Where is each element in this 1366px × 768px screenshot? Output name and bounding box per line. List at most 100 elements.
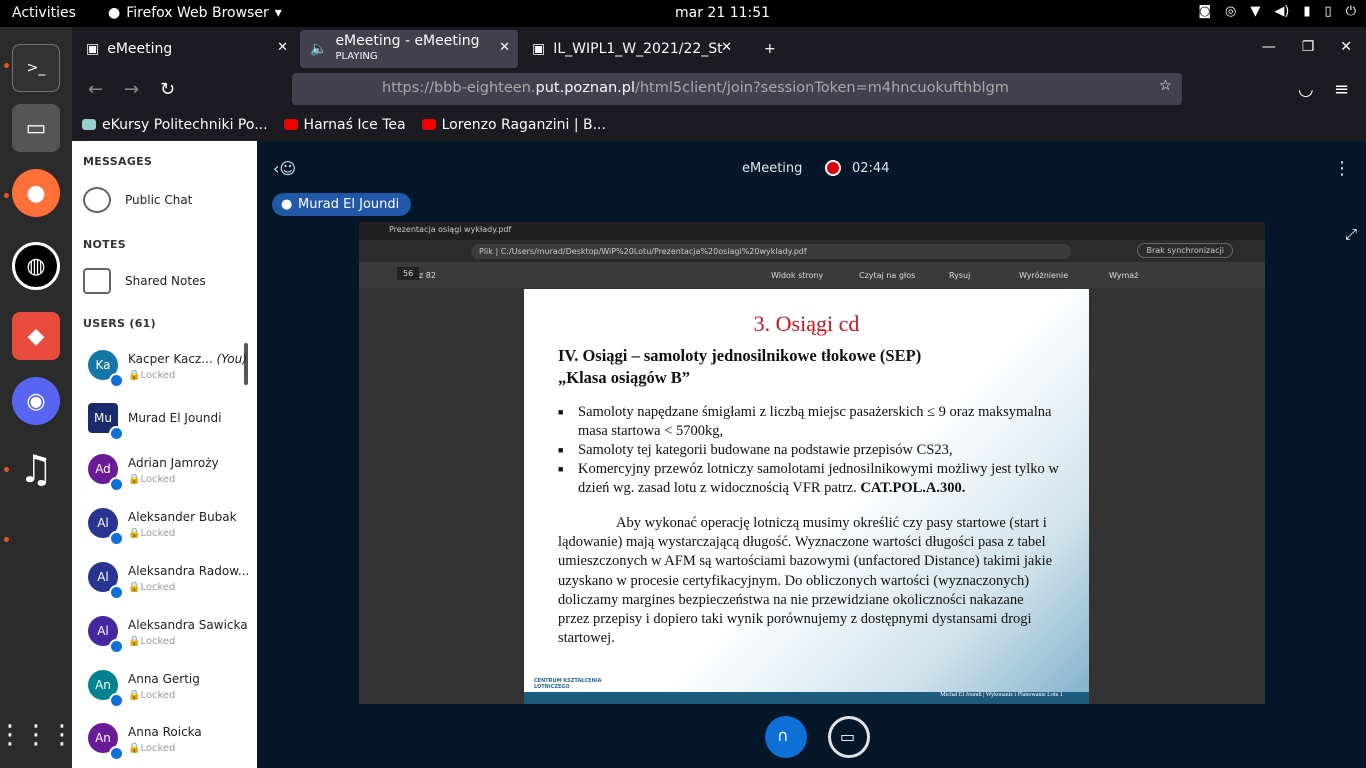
files-icon[interactable]: ▭ (12, 104, 60, 152)
chevron-down-icon: ▾ (274, 5, 282, 21)
options-menu-icon[interactable]: ⋮ (1333, 158, 1351, 179)
mic-icon (109, 585, 124, 600)
maximize-icon[interactable]: ❐ (1302, 39, 1315, 55)
anydesk-icon[interactable]: ◆ (12, 312, 60, 360)
notes-icon (83, 268, 111, 294)
slide-heading: IV. Osiągi – samoloty jednosilnikowe tło… (558, 346, 922, 387)
notes-heading: NOTES (83, 238, 126, 251)
avatar: Al (88, 508, 124, 546)
slide-footer: Michał El Joundi | Wykonanie i Planowani… (524, 692, 1089, 704)
tab-ekursy[interactable]: ▣ IL_WIPL1_W_2021/22_St ✕ (522, 30, 740, 68)
music-icon[interactable]: ♫ (12, 445, 60, 493)
firefox-icon: ● (108, 5, 121, 21)
tab-strip: ▣ eMeeting ✕ 🔈 eMeeting - eMeeting PLAYING ✕ … (72, 27, 1366, 71)
camera-off-icon: ▭ (840, 727, 856, 746)
discord-icon[interactable]: ◉ (12, 377, 60, 425)
close-tab-icon[interactable]: ✕ (721, 40, 732, 55)
avatar: Al (88, 616, 124, 654)
system-top-bar: Activities ● Firefox Web Browser ▾ mar 21 … (0, 0, 1366, 27)
reload-icon[interactable]: ↻ (160, 79, 175, 100)
menu-icon[interactable]: ≡ (1334, 79, 1349, 100)
users-heading: USERS (61) (83, 317, 156, 330)
user-item[interactable]: Ka Kacper Kacz... (You) 🔒Locked (88, 350, 247, 388)
user-item[interactable]: Al Aleksandra Sawicka 🔒Locked (88, 616, 248, 654)
shared-address: Plik | C:/Users/murad/Desktop/WiP%20Lotu… (471, 244, 1071, 259)
minimize-icon[interactable]: — (1262, 39, 1276, 55)
firefox-dock-icon[interactable]: ● (12, 169, 60, 217)
user-item[interactable]: An Anna Roicka 🔒Locked (88, 723, 202, 761)
forward-icon[interactable]: → (124, 79, 139, 100)
mic-icon (109, 746, 124, 761)
pocket-icon[interactable]: ◡ (1298, 79, 1314, 100)
terminal-icon[interactable]: >_ (12, 44, 60, 92)
close-tab-icon[interactable]: ✕ (499, 40, 510, 55)
new-tab-button[interactable]: + (754, 30, 786, 68)
update-icon: ◎ (1224, 4, 1237, 19)
toggle-users-icon[interactable]: ‹☺ (273, 159, 296, 178)
dock: >_ ▭ ● ◍ ◆ ◉ ♫ ⋮⋮⋮ (0, 27, 75, 768)
lock-status: 🔒Locked (128, 743, 176, 754)
bullet: Samoloty napędzane śmigłami z liczbą mie… (558, 403, 1069, 441)
user-item[interactable]: Al Aleksandra Radow... 🔒Locked (88, 562, 249, 600)
mic-icon (109, 531, 124, 546)
user-item[interactable]: Ad Adrian Jamroży 🔒Locked (88, 454, 219, 492)
user-item[interactable]: Mu Murad El Joundi (88, 403, 221, 441)
mic-icon: ▮ (1303, 4, 1311, 19)
window-controls: — ❐ ✕ (1262, 39, 1352, 55)
recording-timer: 02:44 (852, 161, 890, 176)
shared-notes-item[interactable]: Shared Notes (83, 268, 206, 294)
record-icon[interactable] (825, 160, 841, 176)
close-window-icon[interactable]: ✕ (1340, 39, 1352, 55)
mic-icon (109, 373, 124, 388)
audio-button[interactable]: ∩ (765, 716, 807, 758)
mic-icon (109, 477, 124, 492)
mic-icon (109, 693, 124, 708)
running-dot (4, 467, 9, 472)
user-item[interactable]: An Anna Gertig 🔒Locked (88, 670, 200, 708)
bookmark-lorenzo[interactable]: Lorenzo Raganzini | B... (421, 117, 606, 133)
running-dot (4, 63, 9, 68)
slide-title: 3. Osiągi cd (753, 311, 860, 336)
camera-button[interactable]: ▭ (828, 716, 870, 758)
bookmark-ekursy[interactable]: eKursy Politechniki Po... (82, 117, 268, 133)
avatar: Mu (88, 403, 124, 441)
user-item[interactable]: Al Aleksander Bubak 🔒Locked (88, 508, 237, 546)
close-tab-icon[interactable]: ✕ (277, 40, 288, 55)
firefox-window: ▣ eMeeting ✕ 🔈 eMeeting - eMeeting PLAYING ✕ … (72, 27, 1366, 141)
clock[interactable]: mar 21 11:51 (675, 5, 770, 21)
obs-icon[interactable]: ◍ (12, 242, 60, 290)
bullet: Samoloty tej kategorii budowane na podst… (558, 441, 1069, 460)
wifi-icon: ▼ (1250, 4, 1261, 19)
avatar: Ka (88, 350, 124, 388)
back-icon[interactable]: ← (88, 79, 103, 100)
app-menu[interactable]: ● Firefox Web Browser ▾ (108, 5, 282, 21)
lock-status: 🔒Locked (128, 690, 176, 701)
app-grid-icon[interactable]: ⋮⋮⋮ (0, 711, 75, 759)
shared-browser-addressbar: Plik | C:/Users/murad/Desktop/WiP%20Lotu… (359, 240, 1265, 262)
activities-button[interactable]: Activities (12, 5, 76, 21)
bookmark-harnas[interactable]: Harnaś Ice Tea (283, 117, 406, 133)
system-tray[interactable]: ◙ ◎ ▼ ◀) ▮ ▯ ⏻ (1198, 4, 1356, 19)
mic-icon (109, 639, 124, 654)
page-icon: ▣ (86, 41, 100, 57)
slide-paragraph: Aby wykonać operację lotniczą musimy okr… (558, 515, 1053, 647)
url-bar[interactable]: https://bbb-eighteen.put.poznan.pl/html5… (292, 73, 1182, 105)
discord-tray-icon: ◙ (1198, 4, 1211, 19)
tab-emeeting-playing[interactable]: 🔈 eMeeting - eMeeting PLAYING ✕ (300, 30, 518, 68)
battery-icon: ▯ (1324, 4, 1332, 19)
tab-emeeting[interactable]: ▣ eMeeting ✕ (76, 30, 296, 68)
logo: CENTRUM KSZTAŁCENIA LOTNICZEGO (534, 678, 602, 690)
bookmark-star-icon[interactable]: ☆ (1159, 78, 1172, 94)
messages-heading: MESSAGES (83, 155, 153, 168)
sync-button: Brak synchronizacji (1137, 243, 1233, 258)
fullscreen-icon[interactable]: ⤢ (1345, 225, 1357, 243)
meeting-main: ‹☺ eMeeting 02:44 ⋮ ● Murad El Joundi ⤢ P… (257, 141, 1366, 768)
nav-bar: ← → ↻ https://bbb-eighteen.put.poznan.pl… (72, 71, 1366, 109)
page-icon: ▣ (532, 41, 546, 57)
headphones-icon: ∩ (777, 726, 789, 745)
presenter-talking-chip: ● Murad El Joundi (272, 193, 412, 216)
pdf-toolbar: 56 z 82 Widok strony Czytaj na głos Rysuj… (359, 262, 1265, 288)
public-chat-item[interactable]: Public Chat (83, 187, 192, 213)
mic-icon: ● (281, 197, 293, 212)
avatar: Ad (88, 454, 124, 492)
